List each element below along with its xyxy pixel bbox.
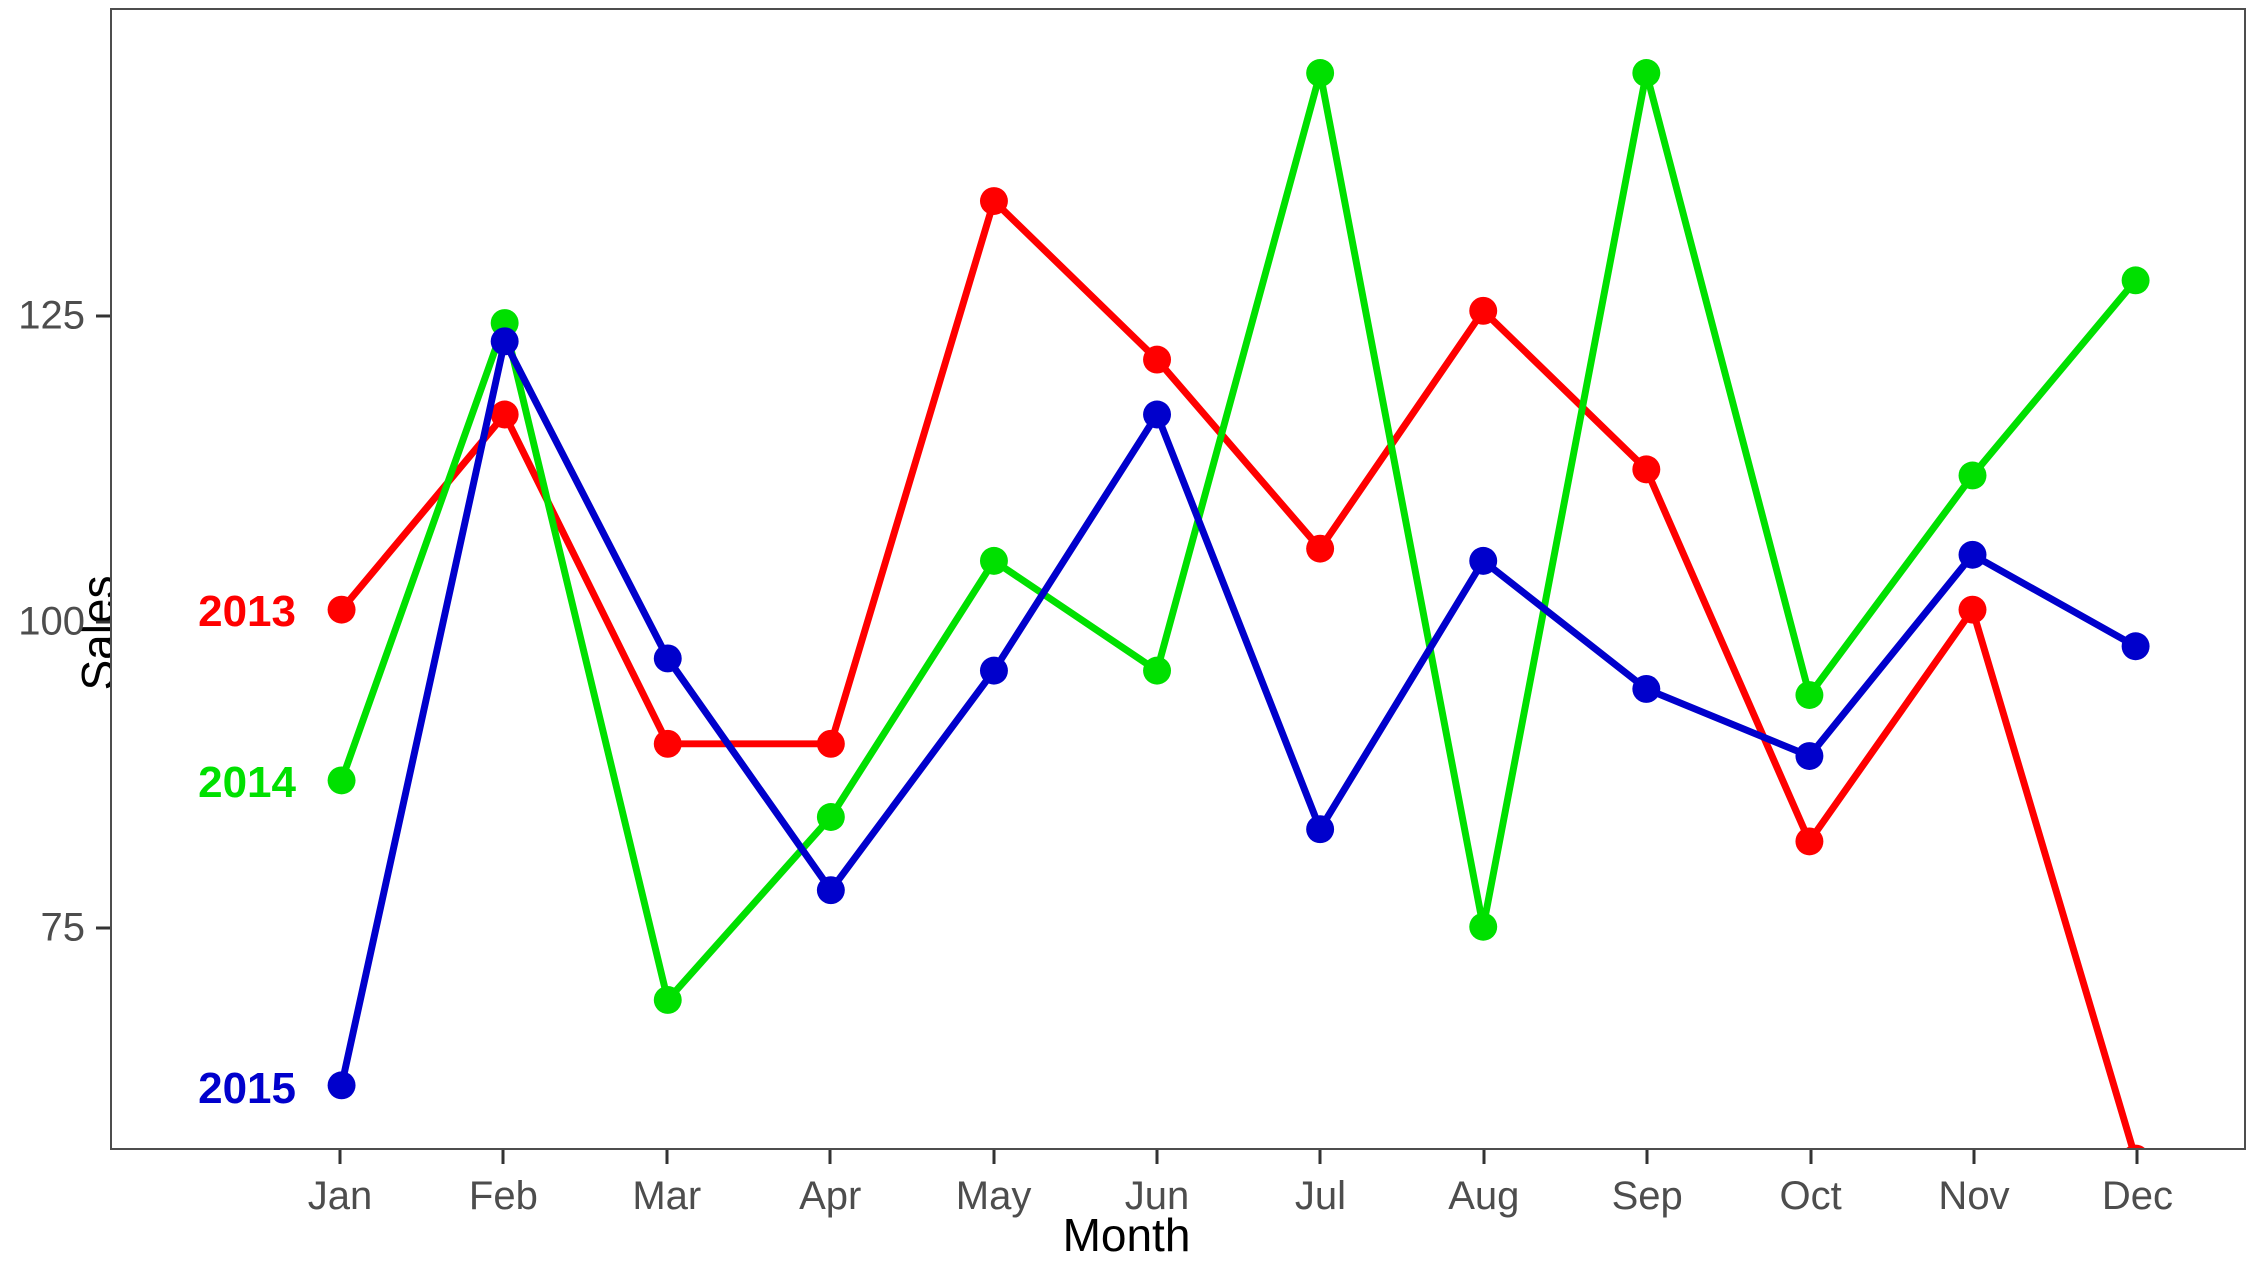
- plot-panel: 2013 2014 2015: [110, 8, 2246, 1150]
- x-tick-mark: [338, 1150, 342, 1164]
- data-point: [2121, 632, 2150, 661]
- data-point: [1632, 674, 1661, 703]
- data-point: [490, 400, 519, 429]
- series-2014: [327, 59, 2150, 1014]
- data-point: [1143, 400, 1172, 429]
- x-tick-mark: [501, 1150, 505, 1164]
- data-point: [1632, 455, 1661, 484]
- x-tick-mark: [1972, 1150, 1976, 1164]
- data-point: [1795, 742, 1824, 770]
- x-tick-mark: [2135, 1150, 2139, 1164]
- x-tick-mark: [1155, 1150, 1159, 1164]
- x-tick-mark: [992, 1150, 996, 1164]
- plot-area: [327, 59, 2150, 1148]
- data-point: [1795, 681, 1824, 709]
- data-point: [1958, 595, 1987, 624]
- data-point: [653, 986, 682, 1014]
- data-point: [1306, 59, 1335, 87]
- data-point: [816, 729, 845, 758]
- series-label-2014: 2014: [198, 758, 296, 808]
- x-tick-mark: [828, 1150, 832, 1164]
- x-tick-mark: [665, 1150, 669, 1164]
- data-point: [1143, 345, 1172, 374]
- x-axis-title: Month: [1062, 1209, 1191, 1261]
- series-label-2013: 2013: [198, 586, 296, 636]
- data-point: [653, 729, 682, 758]
- y-tick-label: 75: [40, 905, 86, 950]
- chart-root: Sales 75 100 125 2013 2014 2015 Jan Feb Mar Apr…: [0, 0, 2253, 1265]
- data-point: [979, 187, 1008, 215]
- data-point: [1306, 534, 1335, 563]
- series-label-2015: 2015: [198, 1064, 296, 1114]
- x-tick-mark: [1482, 1150, 1486, 1164]
- series-line-2014: [338, 69, 2140, 1004]
- data-point: [327, 1071, 356, 1100]
- data-point: [816, 876, 845, 905]
- data-point: [1795, 827, 1824, 856]
- data-point: [979, 546, 1008, 575]
- data-point: [1632, 59, 1661, 87]
- series-2013: [327, 187, 2145, 1148]
- x-tick-mark: [1318, 1150, 1322, 1164]
- data-point: [1306, 815, 1335, 844]
- data-point: [1469, 912, 1498, 941]
- y-tick-mark: [96, 926, 110, 930]
- y-tick-mark: [96, 620, 110, 624]
- data-point: [327, 595, 356, 624]
- data-point: [1958, 461, 1987, 490]
- data-point: [1958, 540, 1987, 569]
- y-tick-label: 100: [18, 599, 85, 644]
- data-point: [2126, 1144, 2145, 1148]
- data-point: [816, 803, 845, 831]
- data-point: [653, 644, 682, 673]
- x-tick-mark: [1809, 1150, 1813, 1164]
- data-point: [490, 327, 519, 356]
- y-tick-mark: [96, 314, 110, 318]
- data-point: [327, 766, 356, 795]
- data-point: [1469, 546, 1498, 575]
- data-point: [2121, 266, 2150, 295]
- data-point: [1143, 656, 1172, 685]
- y-tick-label: 125: [18, 293, 85, 338]
- data-point: [979, 656, 1008, 685]
- data-point: [1469, 296, 1498, 325]
- x-tick-mark: [1645, 1150, 1649, 1164]
- series-line-2013: [338, 197, 2137, 1148]
